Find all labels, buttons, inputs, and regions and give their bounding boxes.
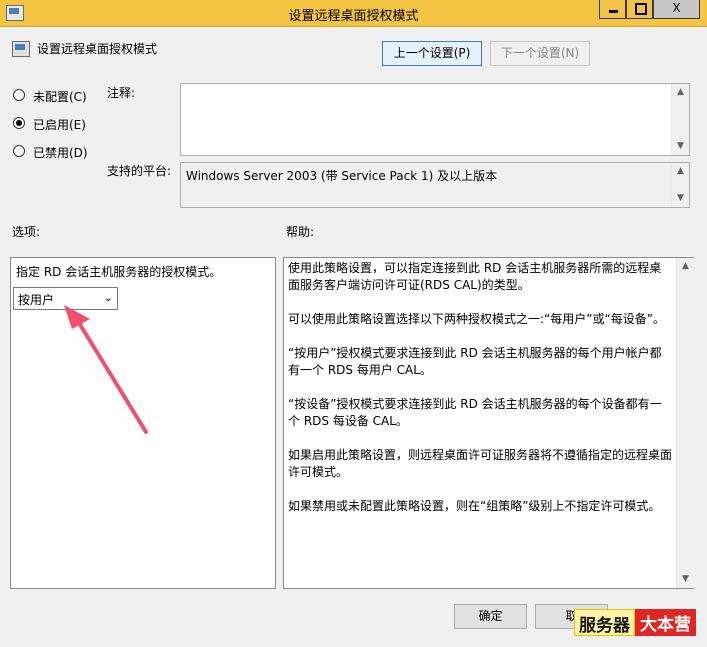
comment-textarea[interactable]: ▲ ▼	[180, 83, 690, 156]
help-heading: 帮助:	[286, 225, 315, 239]
chevron-down-icon: ⌄	[103, 291, 113, 304]
radio-label: 已启用(E)	[33, 118, 86, 132]
watermark-logo: 服务器 大本营	[574, 609, 696, 636]
help-scrollbar[interactable]: ▲ ▼	[676, 258, 694, 588]
close-icon: X	[672, 1, 681, 15]
radio-label: 已禁用(D)	[33, 146, 88, 160]
previous-setting-button[interactable]: 上一个设置(P)	[382, 41, 482, 66]
minimize-icon	[609, 10, 618, 13]
licensing-mode-select[interactable]: 按用户 ⌄	[13, 287, 118, 310]
maximize-button[interactable]	[626, 0, 653, 19]
radio-indicator	[13, 145, 25, 157]
help-text: 使用此策略设置，可以指定连接到此 RD 会话主机服务器所需的远程桌面服务客户端访…	[288, 260, 673, 532]
comment-scrollbar[interactable]: ▲ ▼	[671, 84, 689, 155]
radio-label: 未配置(C)	[33, 90, 87, 104]
next-setting-button[interactable]: 下一个设置(N)	[490, 41, 590, 66]
policy-setting-icon	[12, 41, 30, 57]
minimize-button[interactable]	[599, 0, 626, 19]
options-heading: 选项:	[12, 225, 41, 239]
radio-indicator	[13, 117, 25, 129]
scroll-down-icon[interactable]: ▼	[672, 138, 689, 155]
platform-label: 支持的平台:	[107, 164, 172, 178]
watermark-text-1: 服务器	[574, 609, 635, 636]
help-paragraph: 使用此策略设置，可以指定连接到此 RD 会话主机服务器所需的远程桌面服务客户端访…	[288, 261, 662, 292]
help-paragraph: 如果禁用或未配置此策略设置，则在“组策略”级别上不指定许可模式。	[288, 499, 661, 513]
setting-title: 设置远程桌面授权模式	[37, 42, 158, 56]
maximize-icon	[635, 3, 647, 15]
platform-value: Windows Server 2003 (带 Service Pack 1) 及…	[186, 169, 498, 183]
scroll-down-icon[interactable]: ▼	[672, 190, 689, 207]
scroll-down-icon[interactable]: ▼	[677, 571, 694, 588]
scroll-up-icon[interactable]: ▲	[672, 163, 689, 180]
platform-scrollbar[interactable]: ▲ ▼	[671, 163, 689, 207]
help-paragraph: “按设备”授权模式要求连接到此 RD 会话主机服务器的每个设备都有一个 RDS …	[288, 397, 662, 428]
watermark-text-2: 大本营	[635, 609, 696, 636]
scroll-up-icon[interactable]: ▲	[672, 84, 689, 101]
radio-indicator	[13, 89, 25, 101]
help-paragraph: “按用户”授权模式要求连接到此 RD 会话主机服务器的每个用户帐户都有一个 RD…	[288, 346, 662, 377]
select-value: 按用户	[18, 293, 55, 307]
scroll-up-icon[interactable]: ▲	[677, 258, 694, 275]
licensing-mode-description: 指定 RD 会话主机服务器的授权模式。	[16, 265, 222, 279]
help-paragraph: 可以使用此策略设置选择以下两种授权模式之一:“每用户”或“每设备”。	[288, 312, 665, 326]
close-button[interactable]: X	[653, 0, 700, 19]
comment-label: 注释:	[107, 86, 136, 100]
ok-button[interactable]: 确定	[454, 604, 527, 629]
title-bar: 设置远程桌面授权模式 X	[0, 0, 707, 27]
help-paragraph: 如果启用此策略设置，则远程桌面许可证服务器将不遵循指定的远程桌面许可模式。	[288, 448, 673, 479]
